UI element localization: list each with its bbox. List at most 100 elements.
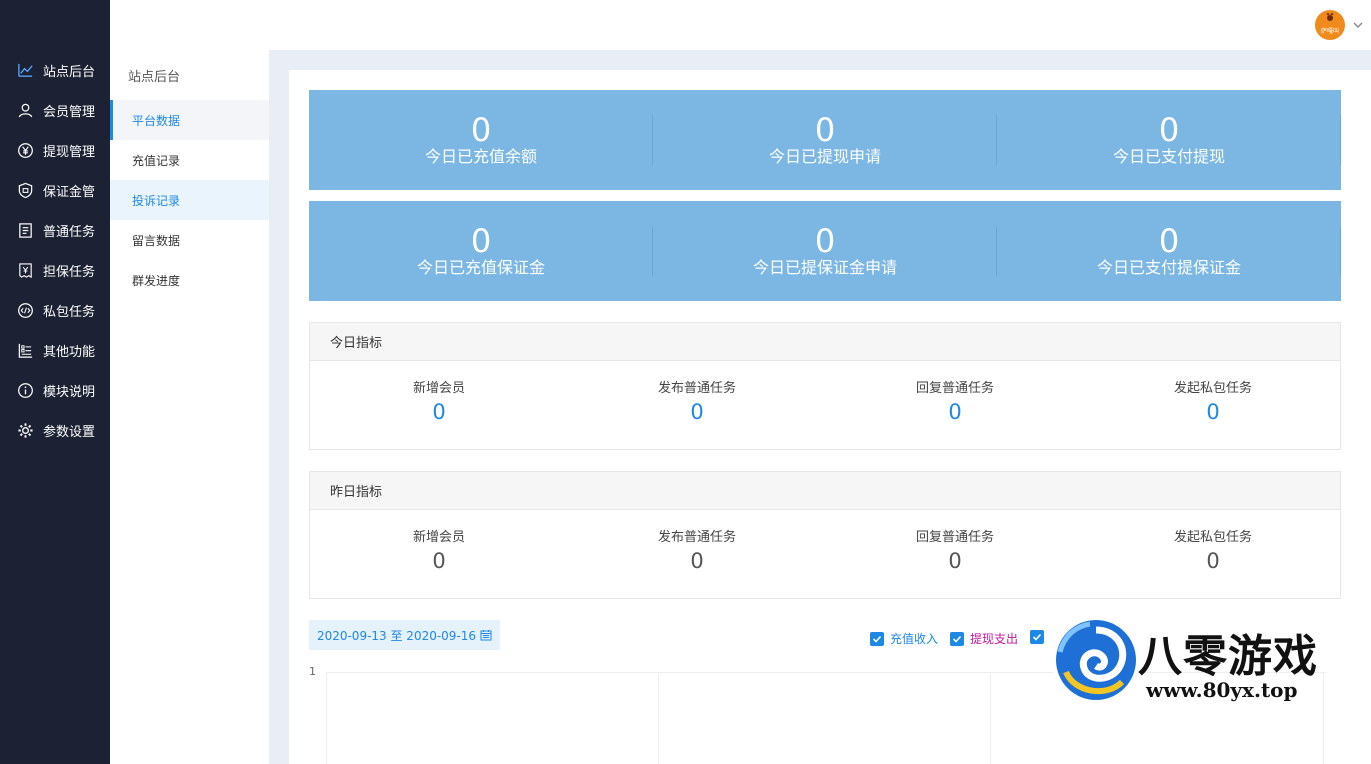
- chart-gridline: [326, 672, 327, 764]
- stat-value: 0: [1158, 111, 1180, 149]
- stat-value: 0: [1158, 222, 1180, 260]
- metric-label: 回复普通任务: [915, 381, 994, 396]
- sidebar-item-site-backend[interactable]: 站点后台: [0, 50, 110, 90]
- sidebar-item-label: 会员管理: [43, 104, 96, 120]
- metric-value[interactable]: 0: [310, 400, 568, 424]
- stat-value: 0: [814, 222, 836, 260]
- avatar[interactable]: 萨嘎叫: [1315, 10, 1345, 40]
- submenu-item-broadcast-progress[interactable]: 群发进度: [110, 260, 269, 300]
- submenu-title: 站点后台: [128, 70, 181, 85]
- sidebar-item-module-info[interactable]: 模块说明: [0, 370, 110, 410]
- legend-label: 充值收入: [890, 632, 939, 646]
- line-chart-icon: [16, 61, 34, 79]
- metric-label: 新增会员: [412, 381, 465, 396]
- legend-recharge-income[interactable]: 充值收入: [870, 630, 938, 647]
- sidebar-item-settings[interactable]: 参数设置: [0, 410, 110, 450]
- stat-card: 0 今日已支付提保证金: [997, 201, 1341, 301]
- stat-value: 0: [470, 222, 492, 260]
- stat-row-balance: 0 今日已充值余额 0 今日已提现申请 0 今日已支付提现: [309, 90, 1341, 190]
- checkbox-checked-icon[interactable]: [1030, 630, 1044, 644]
- today-metrics-panel: 今日指标 新增会员 0 发布普通任务 0 回复普通任务 0 发起私包任务 0: [309, 322, 1341, 450]
- calendar-icon: [480, 630, 492, 641]
- metric-normal-tasks-published: 发布普通任务 0: [568, 381, 826, 424]
- chart-gridline: [658, 672, 659, 764]
- sidebar-item-label: 模块说明: [43, 384, 96, 400]
- code-circle-icon: [16, 301, 34, 319]
- secondary-menu: 站点后台 平台数据 充值记录 投诉记录 留言数据 群发进度: [110, 50, 269, 764]
- list-icon: [16, 341, 34, 359]
- watermark-logo: 八零游戏 www.80yx.top: [1046, 612, 1361, 712]
- checkbox-checked-icon[interactable]: [870, 631, 884, 646]
- watermark-url: www.80yx.top: [1146, 678, 1298, 702]
- stat-label: 今日已充值保证金: [416, 258, 545, 277]
- checkbox-checked-icon[interactable]: [950, 631, 964, 646]
- watermark-title: 八零游戏: [1138, 631, 1318, 682]
- date-range-text: 2020-09-13 至 2020-09-16: [316, 628, 477, 643]
- metric-normal-tasks-replied: 回复普通任务 0: [826, 381, 1084, 424]
- legend-label: 提现支出: [970, 632, 1019, 646]
- metric-label: 新增会员: [412, 530, 465, 545]
- sidebar-item-other-functions[interactable]: 其他功能: [0, 330, 110, 370]
- metric-value: 0: [1206, 549, 1220, 573]
- sidebar-item-members[interactable]: 会员管理: [0, 90, 110, 130]
- swirl-logo-icon: [1052, 616, 1140, 704]
- sidebar-item-label: 其他功能: [43, 344, 96, 360]
- y-axis-tick: 1: [309, 665, 316, 678]
- receipt-icon: [16, 261, 34, 279]
- stat-label: 今日已支付提保证金: [1096, 258, 1241, 277]
- legend-withdraw-expense[interactable]: 提现支出: [950, 630, 1018, 647]
- sidebar-item-deposit[interactable]: 保证金管: [0, 170, 110, 210]
- metric-label: 回复普通任务: [915, 530, 994, 545]
- stat-label: 今日已支付提现: [1112, 147, 1225, 166]
- metric-value[interactable]: 0: [826, 400, 1084, 424]
- sidebar-item-private-tasks[interactable]: 私包任务: [0, 290, 110, 330]
- metric-label: 发布普通任务: [657, 381, 736, 396]
- metric-label: 发布普通任务: [657, 530, 736, 545]
- stat-card: 0 今日已充值余额: [309, 90, 653, 190]
- metric-value: 0: [432, 549, 446, 573]
- metric-value: 0: [948, 549, 962, 573]
- stat-card: 0 今日已支付提现: [997, 90, 1341, 190]
- avatar-text: 萨嘎叫: [1320, 27, 1339, 35]
- sidebar-item-label: 保证金管: [43, 184, 96, 200]
- stat-value: 0: [470, 111, 492, 149]
- sidebar-item-withdraw[interactable]: 提现管理: [0, 130, 110, 170]
- metric-value: 0: [690, 549, 704, 573]
- panel-title: 今日指标: [310, 323, 1340, 361]
- chevron-down-icon[interactable]: [1351, 18, 1365, 32]
- stat-card: 0 今日已提保证金申请: [653, 201, 997, 301]
- sidebar-item-label: 参数设置: [43, 424, 96, 440]
- stat-label: 今日已充值余额: [424, 147, 537, 166]
- main-sidebar: 站点后台 会员管理 提现管理 保证金管 普通任务 担保任务 私包任务 其他功能 …: [0, 0, 110, 764]
- submenu-item-platform-data[interactable]: 平台数据: [110, 100, 269, 140]
- sidebar-item-label: 普通任务: [43, 224, 96, 240]
- info-icon: [16, 381, 34, 399]
- metric-new-members: 新增会员 0: [310, 530, 568, 573]
- stat-card: 0 今日已提现申请: [653, 90, 997, 190]
- submenu-item-complaint-records[interactable]: 投诉记录: [110, 180, 269, 220]
- sidebar-item-label: 提现管理: [43, 144, 96, 160]
- stat-label: 今日已提现申请: [768, 147, 881, 166]
- metric-private-tasks-started: 发起私包任务 0: [1084, 530, 1342, 573]
- metric-value[interactable]: 0: [568, 400, 826, 424]
- gear-icon: [16, 421, 34, 439]
- user-icon: [16, 101, 34, 119]
- divider: [1340, 115, 1341, 165]
- sidebar-item-label: 私包任务: [43, 304, 96, 320]
- sidebar-item-label: 担保任务: [43, 264, 96, 280]
- stat-card: 0 今日已充值保证金: [309, 201, 653, 301]
- top-bar: 萨嘎叫: [110, 0, 1371, 50]
- stat-label: 今日已提保证金申请: [752, 258, 897, 277]
- sidebar-item-normal-tasks[interactable]: 普通任务: [0, 210, 110, 250]
- submenu-item-message-data[interactable]: 留言数据: [110, 220, 269, 260]
- metric-private-tasks-started: 发起私包任务 0: [1084, 381, 1342, 424]
- metric-value[interactable]: 0: [1084, 400, 1342, 424]
- divider: [1340, 226, 1341, 276]
- submenu-item-recharge-records[interactable]: 充值记录: [110, 140, 269, 180]
- sidebar-item-label: 站点后台: [43, 64, 96, 80]
- document-icon: [16, 221, 34, 239]
- chart-gridline: [990, 672, 991, 764]
- date-range-picker[interactable]: 2020-09-13 至 2020-09-16: [309, 620, 500, 650]
- metric-label: 发起私包任务: [1173, 530, 1252, 545]
- sidebar-item-guarantee-tasks[interactable]: 担保任务: [0, 250, 110, 290]
